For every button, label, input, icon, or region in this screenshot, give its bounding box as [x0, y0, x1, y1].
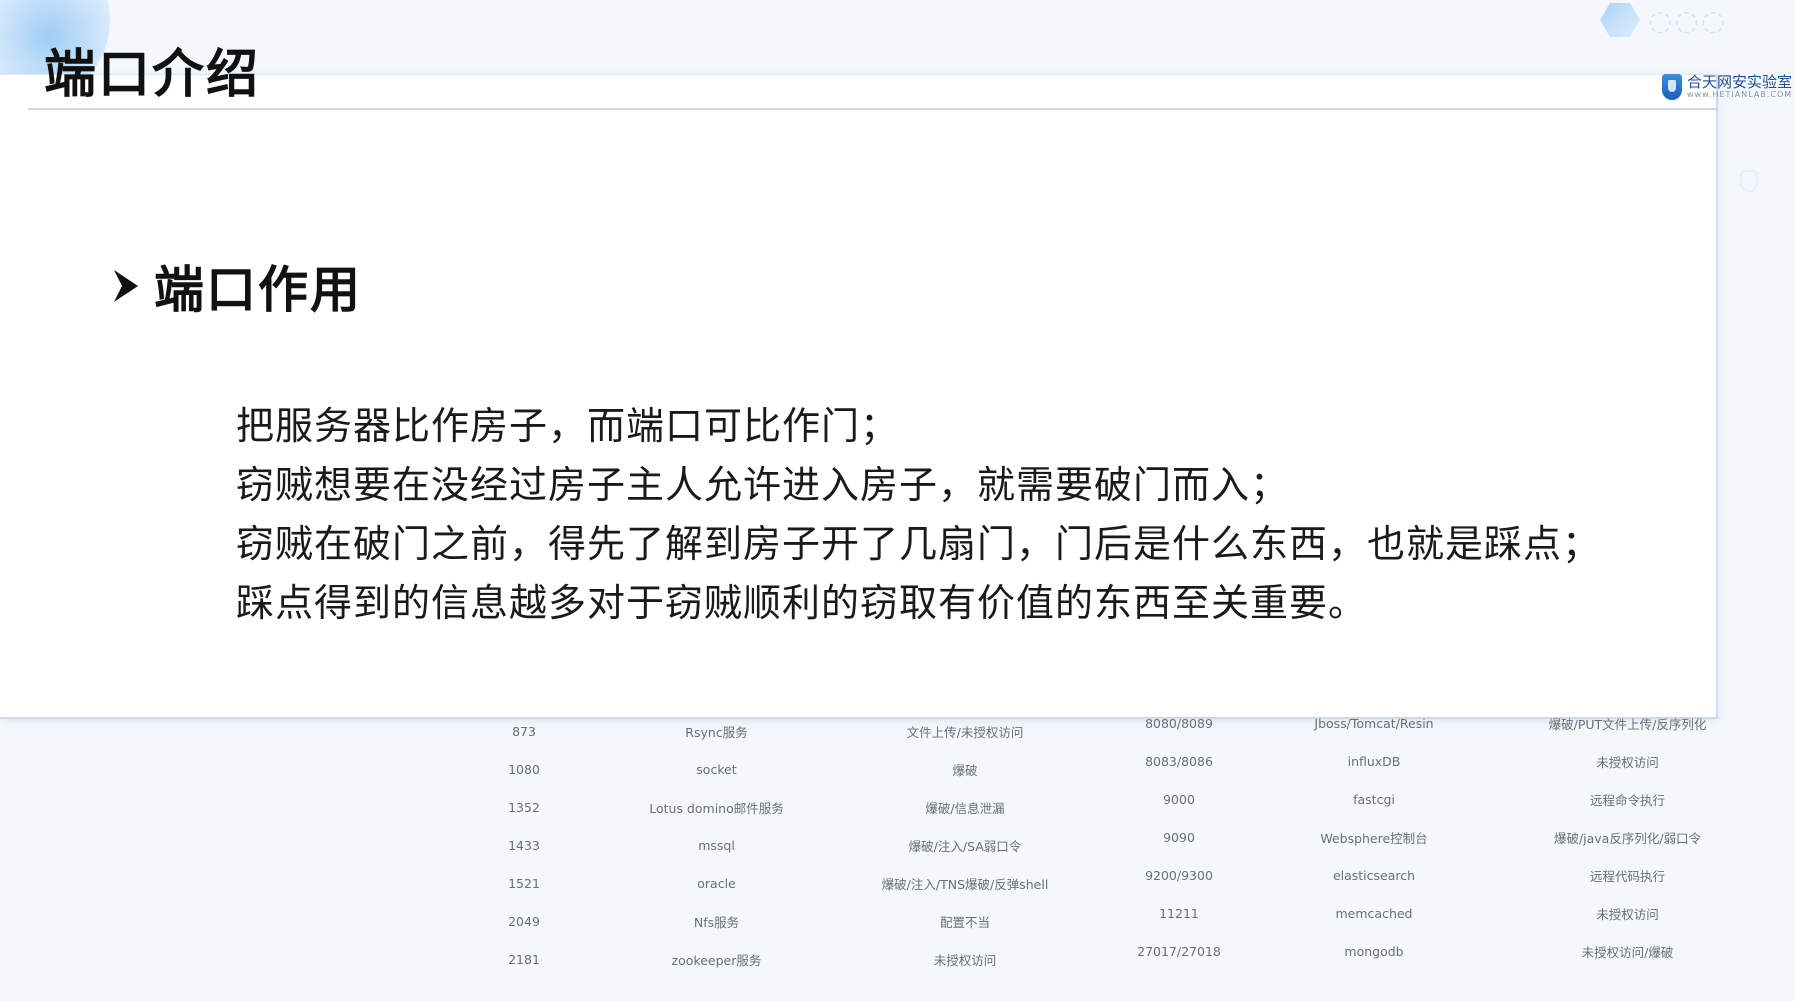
paragraph: 窃贼想要在没经过房子主人允许进入房子，就需要破门而入； [236, 463, 1290, 507]
top-right-watermark-logo: ◌◌◌ [1600, 0, 1795, 40]
service-cell: Lotus domino邮件服务 [649, 800, 784, 816]
attack-cell: 爆破/注入/SA弱口令 [908, 838, 1022, 854]
service-cell: fastcgi [1353, 791, 1395, 807]
port-cell: 873 [512, 723, 536, 739]
lab-name: 合天网安实验室 [1687, 73, 1793, 91]
port-table: 873 Rsync服务 文件上传/未授权访问 8080/8089 Jboss/T… [455, 712, 1775, 978]
port-cell: 8080/8089 [1145, 715, 1213, 731]
attack-cell: 爆破/信息泄漏 [925, 800, 1005, 816]
watermark-glyphs: ◌◌◌ [1648, 3, 1728, 37]
port-cell: 27017/27018 [1137, 943, 1221, 959]
port-cell: 1433 [508, 837, 540, 853]
arrow-bullet-icon [114, 270, 138, 302]
service-cell: mssql [698, 837, 735, 853]
lab-logo-text: 合天网安实验室 www.HETIANLAB.COM [1687, 74, 1792, 100]
paragraph: 窃贼在破门之前，得先了解到房子开了几扇门，门后是什么东西，也就是踩点；踩点得到的… [236, 522, 1602, 625]
attack-cell: 远程代码执行 [1589, 868, 1665, 884]
service-cell: socket [696, 761, 737, 777]
port-cell: 9000 [1163, 791, 1195, 807]
port-cell: 1080 [508, 761, 540, 777]
service-cell: oracle [697, 875, 736, 891]
paragraph: 把服务器比作房子，而端口可比作门； [236, 404, 900, 448]
attack-cell: 爆破/PUT文件上传/反序列化 [1548, 716, 1707, 732]
port-cell: 8083/8086 [1145, 753, 1213, 769]
lab-logo: 合天网安实验室 www.HETIANLAB.COM [1662, 74, 1792, 100]
port-cell: 1521 [508, 875, 540, 891]
port-cell: 9200/9300 [1145, 867, 1213, 883]
attack-cell: 爆破/java反序列化/弱口令 [1553, 830, 1702, 846]
table-row: 2181 zookeeper服务 未授权访问 27017/27018 mongo… [455, 940, 1775, 978]
service-cell: elasticsearch [1332, 867, 1416, 883]
attack-cell: 爆破 [952, 762, 978, 778]
title-divider [28, 108, 1718, 110]
service-cell: Nfs服务 [693, 914, 740, 930]
service-cell: memcached [1335, 905, 1413, 921]
port-cell: 2049 [508, 913, 540, 929]
body-text: 把服务器比作房子，而端口可比作门； 窃贼想要在没经过房子主人允许进入房子，就需要… [236, 397, 1616, 633]
service-cell: mongodb [1344, 943, 1404, 959]
watermark-shield-icon [1740, 170, 1758, 192]
port-cell: 9090 [1163, 829, 1195, 845]
service-cell: Jboss/Tomcat/Resin [1314, 715, 1434, 731]
attack-cell: 未授权访问 [1596, 754, 1659, 770]
port-cell: 1352 [508, 799, 540, 815]
section-heading-label: 端口作用 [154, 261, 362, 319]
service-cell: zookeeper服务 [671, 952, 762, 968]
hexagon-logo-icon [1600, 3, 1640, 37]
attack-cell: 爆破/注入/TNS爆破/反弹shell [881, 876, 1049, 892]
port-cell: 2181 [508, 951, 540, 967]
lab-url: www.HETIANLAB.COM [1687, 90, 1793, 99]
page-title: 端口介绍 [44, 45, 261, 105]
port-cell: 11211 [1159, 905, 1199, 921]
section-heading: 端口作用 [112, 250, 362, 322]
attack-cell: 文件上传/未授权访问 [906, 724, 1024, 740]
attack-cell: 配置不当 [939, 914, 990, 930]
attack-cell: 远程命令执行 [1589, 792, 1665, 808]
service-cell: Rsync服务 [685, 724, 748, 740]
attack-cell: 未授权访问/爆破 [1581, 944, 1674, 960]
shield-icon [1662, 74, 1682, 100]
attack-cell: 未授权访问 [1596, 906, 1659, 922]
service-cell: Websphere控制台 [1320, 830, 1428, 846]
service-cell: influxDB [1347, 753, 1401, 769]
attack-cell: 未授权访问 [933, 952, 997, 968]
